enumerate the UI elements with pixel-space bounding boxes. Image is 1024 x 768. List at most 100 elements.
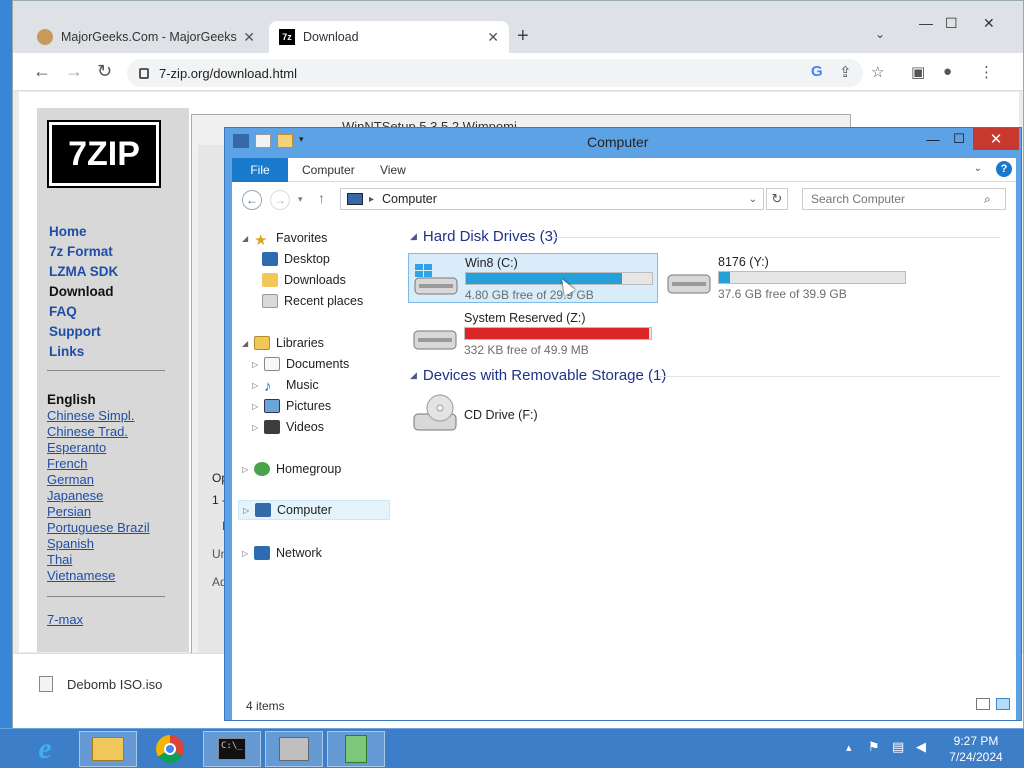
nav-libraries[interactable]: ◢ Libraries [242, 333, 324, 353]
nav-homegroup[interactable]: ▷ Homegroup [242, 459, 341, 479]
nav-documents[interactable]: ▷ Documents [252, 354, 349, 374]
lang-link[interactable]: Vietnamese [47, 568, 150, 584]
expand-arrow-icon[interactable]: ▷ [252, 381, 264, 390]
nav-lzma-sdk[interactable]: LZMA SDK [49, 264, 118, 284]
close-tab-icon[interactable]: ✕ [243, 29, 255, 46]
lang-link[interactable]: Portuguese Brazil [47, 520, 150, 536]
download-item[interactable]: Debomb ISO.iso [39, 676, 162, 692]
tiles-view-icon[interactable] [996, 698, 1010, 710]
new-tab-button[interactable]: + [517, 25, 529, 48]
setup-tool-button[interactable] [265, 731, 323, 767]
nav-links[interactable]: Links [49, 344, 118, 364]
group-header-removable-storage[interactable]: ◢ Devices with Removable Storage (1) [410, 367, 666, 384]
refresh-icon[interactable]: ↻ [766, 188, 788, 210]
tab-download[interactable]: 7z Download ✕ [269, 21, 509, 53]
tab-view[interactable]: View [380, 158, 406, 182]
breadcrumb-computer[interactable]: Computer [382, 192, 437, 206]
nav-downloads[interactable]: Downloads [262, 270, 346, 290]
help-icon[interactable]: ? [996, 161, 1012, 177]
lang-link[interactable]: Chinese Simpl. [47, 408, 150, 424]
chrome-button[interactable] [141, 731, 199, 767]
drive-cd-f[interactable]: CD Drive (F:) [408, 388, 658, 438]
collapse-group-icon[interactable]: ◢ [410, 231, 417, 242]
command-prompt-button[interactable]: C:\_ [203, 731, 261, 767]
new-folder-icon[interactable] [277, 134, 293, 148]
file-explorer-button[interactable] [79, 731, 137, 767]
collapse-arrow-icon[interactable]: ◢ [242, 234, 254, 243]
side-panel-icon[interactable]: ▣ [911, 63, 925, 81]
lang-link[interactable]: French [47, 456, 150, 472]
tab-search-chevron-icon[interactable]: ⌄ [875, 27, 885, 41]
maximize-icon[interactable]: ☐ [945, 15, 958, 32]
nav-faq[interactable]: FAQ [49, 304, 118, 324]
profile-avatar-icon[interactable]: ● [943, 63, 952, 80]
customize-chevron-icon[interactable]: ▾ [299, 134, 309, 148]
volume-muted-icon[interactable]: ◀ [916, 739, 926, 755]
up-arrow-icon[interactable]: ↑ [318, 190, 325, 206]
lang-link[interactable]: Chinese Trad. [47, 424, 150, 440]
lang-link[interactable]: German [47, 472, 150, 488]
nav-download[interactable]: Download [49, 284, 118, 304]
nav-support[interactable]: Support [49, 324, 118, 344]
collapse-arrow-icon[interactable]: ◢ [242, 339, 254, 348]
expand-arrow-icon[interactable]: ▷ [252, 402, 264, 411]
explorer-titlebar[interactable]: ▾ Computer — ☐ ✕ [225, 128, 1021, 156]
back-arrow-icon[interactable]: ← [242, 190, 262, 210]
lang-link[interactable]: Japanese [47, 488, 150, 504]
expand-arrow-icon[interactable]: ▷ [243, 506, 255, 515]
back-arrow-icon[interactable]: ← [33, 61, 51, 82]
forward-arrow-icon[interactable]: → [65, 61, 83, 82]
expand-arrow-icon[interactable]: ▷ [242, 549, 254, 558]
reload-icon[interactable]: ↻ [97, 61, 112, 82]
internet-explorer-button[interactable]: e [16, 731, 74, 767]
drive-8176-y[interactable]: 8176 (Y:) 37.6 GB free of 39.9 GB [662, 253, 912, 303]
nav-network[interactable]: ▷ Network [242, 543, 322, 563]
forward-arrow-icon[interactable]: → [270, 190, 290, 210]
properties-icon[interactable] [255, 134, 271, 148]
nav-favorites[interactable]: ◢ ★ Favorites [242, 228, 327, 249]
nav-home[interactable]: Home [49, 224, 118, 244]
maximize-icon[interactable]: ☐ [947, 128, 971, 150]
close-icon[interactable]: ✕ [983, 15, 995, 32]
tab-majorgeeks[interactable]: MajorGeeks.Com - MajorGeeks ✕ [27, 21, 265, 53]
action-center-flag-icon[interactable]: ⚑ [868, 739, 880, 755]
address-bar[interactable]: 7-zip.org/download.html [127, 59, 863, 87]
expand-arrow-icon[interactable]: ▷ [252, 360, 264, 369]
nav-7z-format[interactable]: 7z Format [49, 244, 118, 264]
tab-file[interactable]: File [232, 158, 288, 182]
expand-arrow-icon[interactable]: ▷ [242, 465, 254, 474]
collapse-group-icon[interactable]: ◢ [410, 370, 417, 381]
tab-computer[interactable]: Computer [302, 158, 355, 182]
menu-kebab-icon[interactable]: ⋮ [979, 63, 994, 81]
7zip-logo[interactable]: 7ZIP [47, 120, 161, 188]
drive-system-reserved-z[interactable]: System Reserved (Z:) 332 KB free of 49.9… [408, 309, 658, 359]
nav-desktop[interactable]: Desktop [262, 249, 330, 269]
close-icon[interactable]: ✕ [973, 128, 1019, 150]
google-lens-icon[interactable]: G [811, 63, 823, 80]
address-bar[interactable]: ▸ Computer ⌄ [340, 188, 764, 210]
expand-arrow-icon[interactable]: ▷ [252, 423, 264, 432]
7-max-link[interactable]: 7-max [47, 612, 83, 627]
details-view-icon[interactable] [976, 698, 990, 710]
network-status-icon[interactable]: ▤ [892, 739, 904, 755]
close-tab-icon[interactable]: ✕ [487, 29, 499, 46]
nav-recent-places[interactable]: Recent places [262, 291, 363, 311]
recent-locations-chevron-icon[interactable]: ▾ [298, 194, 303, 205]
expand-ribbon-chevron-icon[interactable]: ⌄ [974, 163, 982, 174]
breadcrumb-separator-icon[interactable]: ▸ [369, 194, 374, 205]
nav-computer[interactable]: ▷ Computer [238, 500, 390, 520]
nav-music[interactable]: ▷ ♪ Music [252, 375, 319, 395]
lang-link[interactable]: Persian [47, 504, 150, 520]
lang-link[interactable]: Spanish [47, 536, 150, 552]
show-hidden-icons-chevron-icon[interactable]: ▴ [846, 741, 852, 754]
group-header-hard-disk-drives[interactable]: ◢ Hard Disk Drives (3) [410, 228, 558, 245]
bookmark-star-icon[interactable]: ☆ [871, 63, 884, 81]
share-icon[interactable]: ⇪ [839, 63, 852, 81]
nav-pictures[interactable]: ▷ Pictures [252, 396, 331, 416]
search-input[interactable] [802, 188, 1006, 210]
drive-win8-c[interactable]: Win8 (C:) 4.80 GB free of 29.9 GB [408, 253, 658, 303]
winntsetup-button[interactable] [327, 731, 385, 767]
address-dropdown-icon[interactable]: ⌄ [749, 194, 757, 205]
nav-videos[interactable]: ▷ Videos [252, 417, 324, 437]
minimize-icon[interactable]: — [921, 128, 945, 150]
